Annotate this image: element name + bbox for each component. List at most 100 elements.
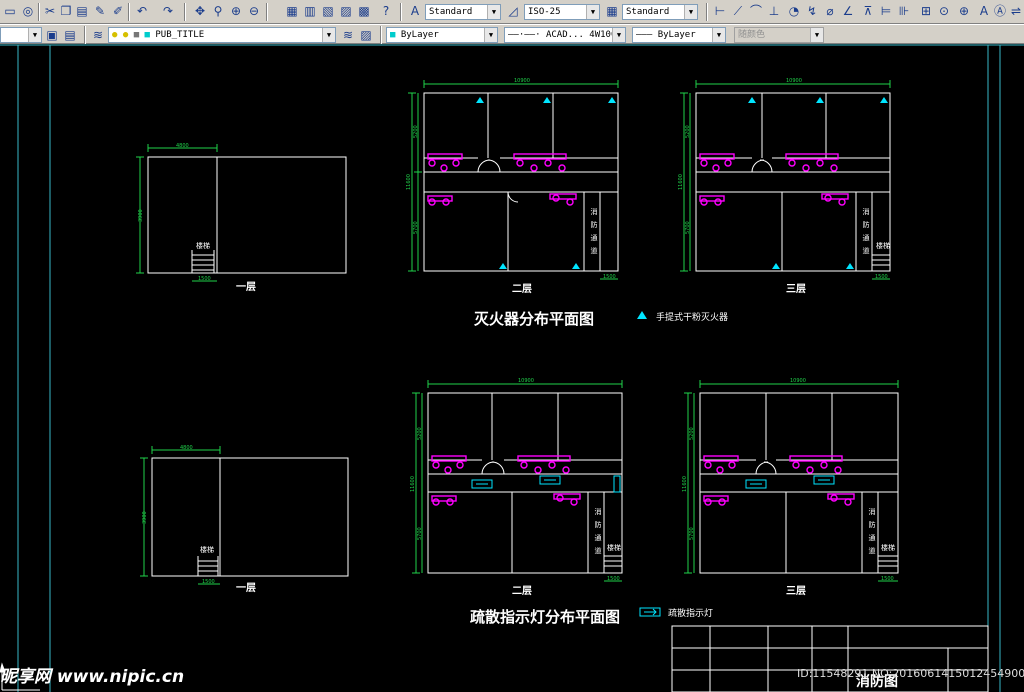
- toolbar-separator: [380, 26, 382, 44]
- toolbar-separator: [266, 3, 268, 21]
- diameter-dim-icon[interactable]: ⌀: [822, 3, 838, 19]
- redo-icon[interactable]: ↷: [160, 3, 176, 19]
- tolerance-icon[interactable]: ⊞: [918, 3, 934, 19]
- toolbar-separator: [400, 3, 402, 21]
- dim-height: 3900: [138, 209, 144, 222]
- copy-icon[interactable]: ❐: [58, 3, 74, 19]
- brush-icon[interactable]: ✎: [92, 3, 108, 19]
- section1-legend: 手提式干粉灭火器: [656, 311, 728, 323]
- dim-width: 4800: [180, 445, 193, 451]
- extinguisher-symbol: [880, 97, 888, 103]
- sheet-set-icon[interactable]: ▨: [338, 3, 354, 19]
- zoom-realtime-icon[interactable]: ⚲: [210, 3, 226, 19]
- extinguisher-symbol: [846, 263, 854, 269]
- zoom-window-icon[interactable]: ⊕: [228, 3, 244, 19]
- extinguisher-symbol: [543, 97, 551, 103]
- floor-label: 二层: [512, 283, 532, 295]
- layer-previous-icon[interactable]: ▨: [358, 27, 374, 43]
- chevron-down-icon[interactable]: ▼: [484, 28, 497, 42]
- chevron-down-icon[interactable]: ▼: [586, 5, 599, 19]
- calculator-icon[interactable]: ▩: [356, 3, 372, 19]
- extinguisher-symbol: [772, 263, 780, 269]
- corridor-label: 消防通道: [594, 507, 602, 560]
- extinguisher-symbol: [476, 97, 484, 103]
- lock-icon[interactable]: ■: [134, 30, 139, 40]
- linear-dim-icon[interactable]: ⊢: [712, 3, 728, 19]
- match-prop-icon[interactable]: ✐: [110, 3, 126, 19]
- dim-height: 11600: [682, 476, 688, 492]
- dim-width: 10900: [518, 378, 534, 384]
- dim-style-icon[interactable]: ◿: [505, 3, 521, 19]
- design-center-icon[interactable]: ▥: [302, 3, 318, 19]
- undo-icon[interactable]: ↶: [134, 3, 150, 19]
- linetype-select[interactable]: ——·——· ACAD... 4W100 ▼: [504, 27, 626, 43]
- layer-select[interactable]: ● ● ■ ■ PUB_TITLE ▼: [108, 27, 336, 43]
- lightbulb-icon[interactable]: ●: [112, 30, 117, 40]
- toolbar-separator: [128, 3, 130, 21]
- text-style-icon[interactable]: A: [407, 3, 423, 19]
- aligned-dim-icon[interactable]: ⟋: [730, 3, 746, 19]
- layer-state-icon[interactable]: ▤: [62, 27, 78, 43]
- dim-lower: 5700: [417, 527, 423, 540]
- chevron-down-icon[interactable]: ▼: [322, 28, 335, 42]
- extinguisher-symbol: [608, 97, 616, 103]
- table-style-value: Standard: [626, 7, 670, 17]
- dim-style-override-icon[interactable]: ⇌: [1008, 3, 1024, 19]
- plan-top-floor3: 10900 11600 5200 5700 1500 消防通道 楼梯 三层: [678, 78, 891, 295]
- layer-properties-icon[interactable]: ≋: [90, 27, 106, 43]
- zoom-previous-icon[interactable]: ⊖: [246, 3, 262, 19]
- layer-make-current-icon[interactable]: ≋: [340, 27, 356, 43]
- dim-lower: 5700: [685, 221, 691, 234]
- dim-update-icon[interactable]: Ⓐ: [992, 3, 1008, 19]
- floor-label: 一层: [236, 281, 256, 293]
- pan-icon[interactable]: ✥: [192, 3, 208, 19]
- layer-name: PUB_TITLE: [155, 30, 205, 40]
- exit-sign-symbol: [613, 475, 621, 493]
- dim-style-select[interactable]: ISO-25 ▼: [524, 4, 600, 20]
- chevron-down-icon[interactable]: ▼: [684, 5, 697, 19]
- help-icon[interactable]: ?: [378, 3, 394, 19]
- lineweight-select[interactable]: ——— ByLayer ▼: [632, 27, 726, 43]
- image-id-watermark: ID:11548291 NO:20160614150124549000: [797, 667, 1024, 680]
- text-style-select[interactable]: Standard ▼: [425, 4, 501, 20]
- layer-color-swatch: ■: [144, 30, 150, 40]
- drawing-canvas[interactable]: 消防图 4800 3900 1500 楼梯 一层 10900 11600 520…: [0, 44, 1024, 692]
- jogged-dim-icon[interactable]: ↯: [804, 3, 820, 19]
- chevron-down-icon[interactable]: ▼: [28, 28, 41, 42]
- standard-toolbar: ▭ ◎ ✂ ❐ ▤ ✎ ✐ ↶ ↷ ✥ ⚲ ⊕ ⊖ ▦ ▥ ▧ ▨ ▩ ? A …: [0, 0, 1024, 24]
- properties-icon[interactable]: ▦: [284, 3, 300, 19]
- angular-dim-icon[interactable]: ∠: [840, 3, 856, 19]
- new-file-icon[interactable]: ▭: [2, 3, 18, 19]
- dim-edit-icon[interactable]: ⊕: [956, 3, 972, 19]
- chevron-down-icon[interactable]: ▼: [612, 28, 625, 42]
- center-mark-icon[interactable]: ⊙: [936, 3, 952, 19]
- stair-label: 楼梯: [876, 241, 890, 250]
- dim-style-value: ISO-25: [528, 7, 561, 17]
- chevron-down-icon[interactable]: ▼: [712, 28, 725, 42]
- layer-manager-icon[interactable]: ▣: [44, 27, 60, 43]
- color-select[interactable]: ■ ByLayer ▼: [386, 27, 498, 43]
- paste-icon[interactable]: ▤: [74, 3, 90, 19]
- dim-stair: 1500: [607, 576, 620, 582]
- globe-icon[interactable]: ◎: [20, 3, 36, 19]
- lineweight-preview: ———: [636, 30, 653, 40]
- workspace-select[interactable]: ▼: [0, 27, 42, 43]
- cut-icon[interactable]: ✂: [42, 3, 58, 19]
- ordinate-dim-icon[interactable]: ⊥: [766, 3, 782, 19]
- table-style-select[interactable]: Standard ▼: [622, 4, 698, 20]
- arc-length-icon[interactable]: ⌒: [748, 3, 764, 19]
- plan-bottom-floor2: 10900 11600 5200 5700 1500 消防通道 楼梯 二层: [410, 378, 623, 597]
- tool-palette-icon[interactable]: ▧: [320, 3, 336, 19]
- chevron-down-icon[interactable]: ▼: [487, 5, 500, 19]
- radius-dim-icon[interactable]: ◔: [786, 3, 802, 19]
- dim-height: 11600: [410, 476, 416, 492]
- baseline-dim-icon[interactable]: ⊨: [878, 3, 894, 19]
- table-style-icon[interactable]: ▦: [604, 3, 620, 19]
- quick-dim-icon[interactable]: ⊼: [860, 3, 876, 19]
- continue-dim-icon[interactable]: ⊪: [896, 3, 912, 19]
- dim-stair: 1500: [198, 276, 211, 282]
- extinguisher-symbol: [572, 263, 580, 269]
- dim-width: 10900: [514, 78, 530, 84]
- dim-text-edit-icon[interactable]: A: [976, 3, 992, 19]
- sun-icon[interactable]: ●: [123, 30, 128, 40]
